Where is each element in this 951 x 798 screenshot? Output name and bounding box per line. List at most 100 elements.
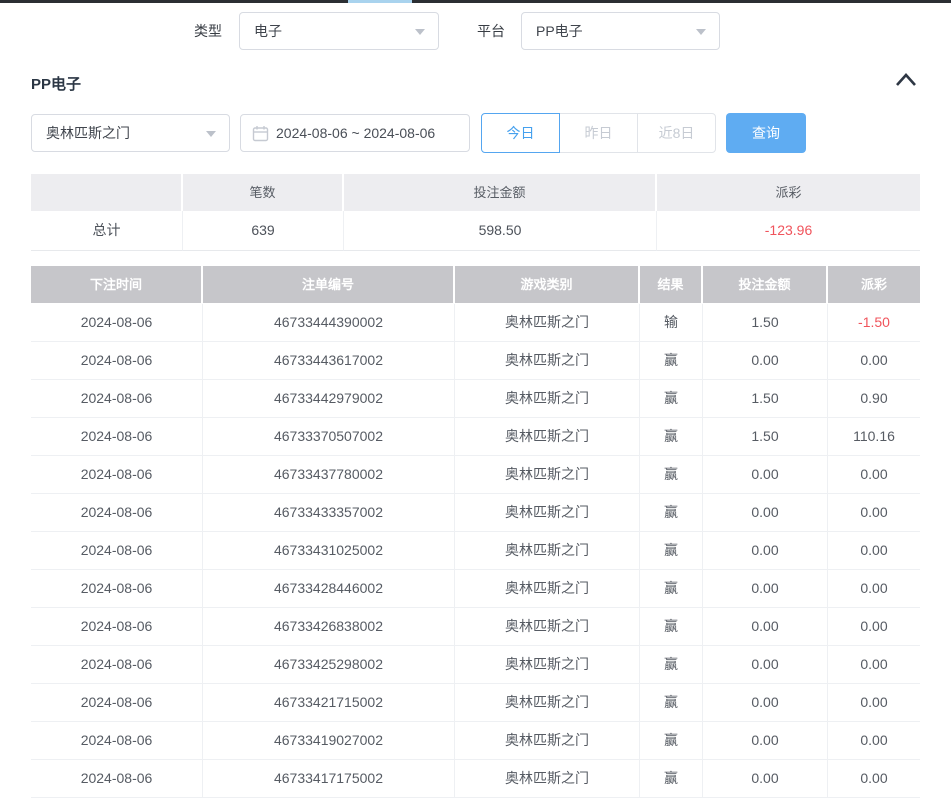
summary-total-row: 总计 639 598.50 -123.96 [31,211,920,251]
cell-payout: 0.00 [828,494,920,531]
summary-total-count: 639 [183,211,344,251]
cell-game-type: 奥林匹斯之门 [455,418,640,455]
cell-result: 赢 [640,646,703,683]
cell-result: 赢 [640,380,703,417]
cell-bet-amount: 0.00 [703,494,828,531]
type-label: 类型 [194,12,222,50]
cell-bet-amount: 0.00 [703,646,828,683]
cell-bet-time: 2024-08-06 [31,608,203,645]
header-bet-id: 注单编号 [203,266,455,303]
platform-select[interactable]: PP电子 [521,12,720,50]
table-row: 2024-08-06 46733425298002 奥林匹斯之门 赢 0.00 … [31,646,920,684]
cell-bet-id: 46733419027002 [203,722,455,759]
bet-table-body: 2024-08-06 46733444390002 奥林匹斯之门 输 1.50 … [31,304,920,798]
cell-payout: 0.00 [828,646,920,683]
page: { "topbar": { "accent_color": "#a9d3ee" … [0,0,951,795]
cell-payout: 0.00 [828,570,920,607]
header-payout: 派彩 [828,266,920,303]
cell-payout: 0.00 [828,608,920,645]
top-accent-indicator [348,0,412,3]
table-row: 2024-08-06 46733417175002 奥林匹斯之门 赢 0.00 … [31,760,920,798]
cell-bet-time: 2024-08-06 [31,304,203,341]
caret-down-icon [206,131,216,137]
cell-bet-time: 2024-08-06 [31,570,203,607]
cell-game-type: 奥林匹斯之门 [455,532,640,569]
cell-bet-amount: 0.00 [703,570,828,607]
summary-header-payout: 派彩 [657,174,920,211]
cell-result: 赢 [640,684,703,721]
cell-game-type: 奥林匹斯之门 [455,646,640,683]
cell-bet-time: 2024-08-06 [31,342,203,379]
header-bet-amount: 投注金额 [703,266,828,303]
cell-game-type: 奥林匹斯之门 [455,760,640,797]
cell-bet-time: 2024-08-06 [31,722,203,759]
table-row: 2024-08-06 46733443617002 奥林匹斯之门 赢 0.00 … [31,342,920,380]
cell-bet-time: 2024-08-06 [31,532,203,569]
cell-bet-id: 46733421715002 [203,684,455,721]
cell-bet-amount: 0.00 [703,532,828,569]
cell-game-type: 奥林匹斯之门 [455,608,640,645]
type-select[interactable]: 电子 [239,12,439,50]
table-row: 2024-08-06 46733437780002 奥林匹斯之门 赢 0.00 … [31,456,920,494]
cell-game-type: 奥林匹斯之门 [455,722,640,759]
cell-bet-id: 46733431025002 [203,532,455,569]
chevron-up-icon [894,72,918,88]
cell-bet-id: 46733442979002 [203,380,455,417]
quick-filter-today-button[interactable]: 今日 [481,113,560,153]
cell-result: 赢 [640,532,703,569]
cell-result: 赢 [640,494,703,531]
cell-result: 赢 [640,456,703,493]
cell-bet-time: 2024-08-06 [31,494,203,531]
cell-result: 赢 [640,418,703,455]
cell-bet-id: 46733444390002 [203,304,455,341]
cell-bet-id: 46733437780002 [203,456,455,493]
calendar-icon [252,125,269,142]
table-row: 2024-08-06 46733433357002 奥林匹斯之门 赢 0.00 … [31,494,920,532]
cell-result: 赢 [640,570,703,607]
cell-bet-id: 46733443617002 [203,342,455,379]
cell-bet-amount: 0.00 [703,684,828,721]
cell-payout: 0.00 [828,532,920,569]
platform-select-value: PP电子 [536,13,583,49]
cell-bet-amount: 0.00 [703,342,828,379]
cell-payout: 110.16 [828,418,920,455]
date-range-value: 2024-08-06 ~ 2024-08-06 [276,115,435,151]
summary-total-label: 总计 [31,211,183,251]
collapse-section-button[interactable] [894,72,922,92]
table-row: 2024-08-06 46733421715002 奥林匹斯之门 赢 0.00 … [31,684,920,722]
caret-down-icon [415,29,425,35]
cell-bet-id: 46733425298002 [203,646,455,683]
game-select[interactable]: 奥林匹斯之门 [31,114,230,152]
table-row: 2024-08-06 46733444390002 奥林匹斯之门 输 1.50 … [31,304,920,342]
table-row: 2024-08-06 46733426838002 奥林匹斯之门 赢 0.00 … [31,608,920,646]
header-game-type: 游戏类别 [455,266,640,303]
quick-filter-last8days-button[interactable]: 近8日 [637,113,716,153]
cell-bet-id: 46733417175002 [203,760,455,797]
table-row: 2024-08-06 46733419027002 奥林匹斯之门 赢 0.00 … [31,722,920,760]
cell-game-type: 奥林匹斯之门 [455,380,640,417]
quick-filter-yesterday-button[interactable]: 昨日 [559,113,638,153]
cell-bet-time: 2024-08-06 [31,646,203,683]
type-select-value: 电子 [254,13,282,49]
search-button[interactable]: 查询 [726,113,806,153]
summary-total-payout: -123.96 [657,211,920,251]
table-row: 2024-08-06 46733431025002 奥林匹斯之门 赢 0.00 … [31,532,920,570]
cell-payout: 0.00 [828,722,920,759]
cell-game-type: 奥林匹斯之门 [455,570,640,607]
cell-game-type: 奥林匹斯之门 [455,342,640,379]
cell-payout: 0.00 [828,342,920,379]
bet-table-header-row: 下注时间 注单编号 游戏类别 结果 投注金额 派彩 [31,266,920,303]
date-range-input[interactable]: 2024-08-06 ~ 2024-08-06 [240,114,470,152]
cell-payout: -1.50 [828,304,920,341]
cell-bet-amount: 0.00 [703,456,828,493]
table-row: 2024-08-06 46733442979002 奥林匹斯之门 赢 1.50 … [31,380,920,418]
platform-label: 平台 [477,12,505,50]
summary-header-row: 笔数 投注金额 派彩 [31,174,920,211]
section-title: PP电子 [31,73,81,94]
table-row: 2024-08-06 46733370507002 奥林匹斯之门 赢 1.50 … [31,418,920,456]
cell-payout: 0.00 [828,684,920,721]
cell-bet-id: 46733426838002 [203,608,455,645]
summary-header-bet-amount: 投注金额 [344,174,657,211]
cell-game-type: 奥林匹斯之门 [455,456,640,493]
cell-bet-amount: 0.00 [703,760,828,797]
